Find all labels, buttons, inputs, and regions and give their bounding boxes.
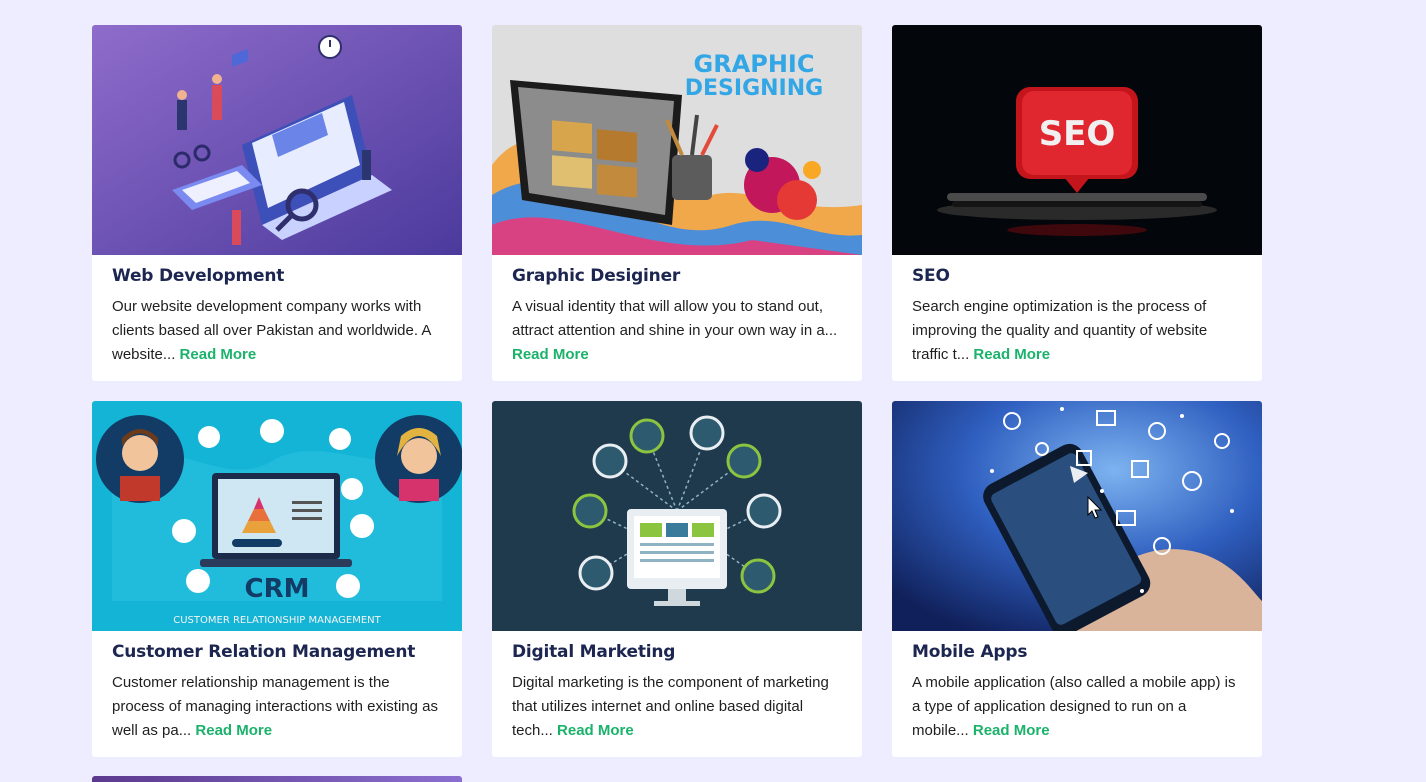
read-more-link[interactable]: Read More xyxy=(973,722,1050,739)
service-title[interactable]: Mobile Apps xyxy=(912,641,1242,663)
service-title[interactable]: Digital Marketing xyxy=(512,641,842,663)
crm-image[interactable]: CRM CUSTOMER RELATIONSHIP MANAGEMENT xyxy=(92,401,462,631)
mobile-apps-image[interactable] xyxy=(892,401,1262,631)
seo-image[interactable]: SEO xyxy=(892,25,1262,255)
read-more-link[interactable]: Read More xyxy=(195,722,272,739)
graphic-designing-image[interactable]: GRAPHIC DESIGNING xyxy=(492,25,862,255)
service-card: Mobile Apps A mobile application (also c… xyxy=(892,401,1262,757)
read-more-link[interactable]: Read More xyxy=(973,346,1050,363)
service-title[interactable]: Web Development xyxy=(112,265,442,287)
service-card: Web Development Our website development … xyxy=(92,25,462,381)
service-description: Digital marketing is the component of ma… xyxy=(512,674,829,739)
service-card: GRAPHIC DESIGNING Graphic Desiginer A vi… xyxy=(492,25,862,381)
service-description: Search engine optimization is the proces… xyxy=(912,298,1208,363)
web-development-image[interactable] xyxy=(92,25,462,255)
read-more-link[interactable]: Read More xyxy=(180,346,257,363)
service-description: A mobile application (also called a mobi… xyxy=(912,674,1236,739)
service-card: SEO SEO Search engine optimization is th… xyxy=(892,25,1262,381)
service-title[interactable]: Customer Relation Management xyxy=(112,641,442,663)
next-service-card-peek xyxy=(92,776,462,782)
service-description: Customer relationship management is the … xyxy=(112,674,439,739)
read-more-link[interactable]: Read More xyxy=(557,722,634,739)
service-card: Digital Marketing Digital marketing is t… xyxy=(492,401,862,757)
service-description: A visual identity that will allow you to… xyxy=(512,298,838,363)
service-title[interactable]: Graphic Desiginer xyxy=(512,265,842,287)
service-title[interactable]: SEO xyxy=(912,265,1242,287)
crm-image-title: CRM xyxy=(245,574,310,604)
service-card: CRM CUSTOMER RELATIONSHIP MANAGEMENT Cus… xyxy=(92,401,462,757)
service-description: Our website development company works wi… xyxy=(112,298,431,363)
crm-image-subtitle: CUSTOMER RELATIONSHIP MANAGEMENT xyxy=(173,615,381,626)
digital-marketing-image[interactable] xyxy=(492,401,862,631)
graphic-image-title: GRAPHIC xyxy=(694,50,815,78)
graphic-image-subtitle: DESIGNING xyxy=(685,76,823,101)
read-more-link[interactable]: Read More xyxy=(512,346,589,363)
seo-image-label: SEO xyxy=(1039,114,1116,154)
